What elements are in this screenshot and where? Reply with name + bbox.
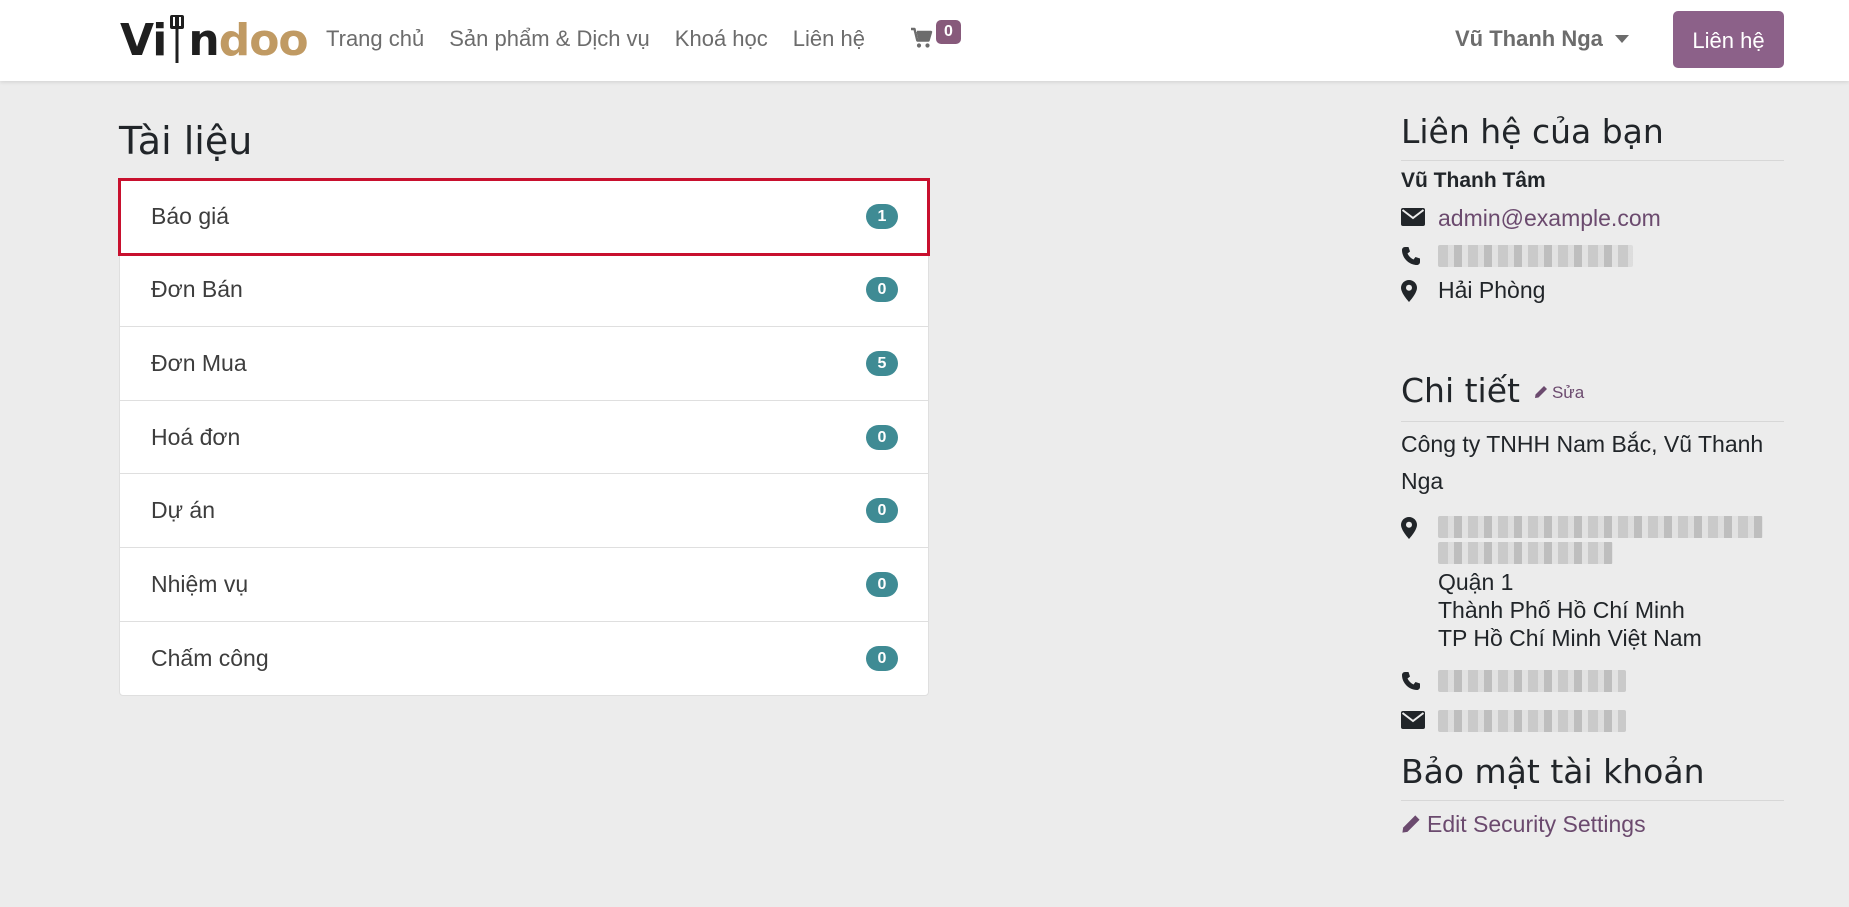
address-row: Quận 1 Thành Phố Hồ Chí Minh TP Hồ Chí M…: [1401, 512, 1784, 652]
blurred-email: [1438, 709, 1626, 732]
blurred-phone-number: [1438, 245, 1633, 267]
doc-item-quotations[interactable]: Báo giá 1: [118, 178, 930, 256]
doc-item-invoices[interactable]: Hoá đơn 0: [120, 401, 928, 475]
details-email-row: [1401, 706, 1784, 732]
doc-count-badge: 0: [866, 277, 898, 303]
documents-title: Tài liệu: [119, 119, 253, 163]
contact-name: Vũ Thanh Tâm: [1401, 169, 1546, 192]
contact-us-button[interactable]: Liên hệ: [1673, 11, 1784, 68]
doc-item-projects[interactable]: Dự án 0: [120, 474, 928, 548]
cart-count-badge[interactable]: 0: [936, 20, 961, 44]
envelope-icon: [1401, 203, 1438, 226]
contact-email-row: admin@example.com: [1401, 203, 1784, 233]
blurred-street-line-2: [1438, 541, 1613, 564]
address-line: Quận 1: [1438, 568, 1514, 595]
nav-contact[interactable]: Liên hệ: [793, 24, 865, 54]
nav-courses[interactable]: Khoá học: [675, 24, 768, 54]
blurred-phone-number: [1438, 669, 1626, 692]
edit-security-settings-link[interactable]: Edit Security Settings: [1401, 811, 1784, 838]
doc-item-label: Đơn Bán: [151, 276, 243, 303]
brand-logo[interactable]: Vi n doo: [120, 14, 309, 66]
main-nav: Trang chủ Sản phẩm & Dịch vụ Khoá học Li…: [326, 24, 890, 54]
doc-item-label: Đơn Mua: [151, 349, 247, 376]
caret-down-icon: [1614, 35, 1629, 43]
your-contact-title: Liên hệ của bạn: [1401, 110, 1784, 161]
doc-count-badge: 0: [866, 498, 898, 524]
company-name: Công ty TNHH Nam Bắc, Vũ Thanh Nga: [1401, 430, 1764, 494]
doc-count-badge: 0: [866, 424, 898, 450]
account-sidebar: Liên hệ của bạn Vũ Thanh Tâm admin@examp…: [1401, 110, 1784, 838]
account-security-title: Bảo mật tài khoản: [1401, 750, 1784, 801]
contact-email-link[interactable]: admin@example.com: [1438, 203, 1661, 233]
spatula-icon: [167, 15, 187, 65]
doc-item-purchase-orders[interactable]: Đơn Mua 5: [120, 327, 928, 401]
phone-icon: [1401, 666, 1438, 691]
contact-city-row: Hải Phòng: [1401, 275, 1784, 305]
nav-home[interactable]: Trang chủ: [326, 24, 424, 54]
map-marker-icon: [1401, 512, 1438, 539]
blurred-street-line-1: [1438, 515, 1763, 538]
pencil-icon: [1402, 815, 1420, 833]
doc-item-label: Chấm công: [151, 644, 269, 671]
user-menu-dropdown[interactable]: Vũ Thanh Nga: [1455, 24, 1629, 54]
address-block: Quận 1 Thành Phố Hồ Chí Minh TP Hồ Chí M…: [1438, 512, 1763, 652]
doc-count-badge: 0: [866, 571, 898, 597]
pencil-icon: [1534, 385, 1547, 398]
details-phone-row: [1401, 666, 1784, 692]
documents-list: Báo giá 1 Đơn Bán 0 Đơn Mua 5 Hoá đơn 0 …: [118, 178, 930, 697]
doc-count-badge: 1: [866, 203, 898, 229]
details-title: Chi tiết Sửa: [1401, 369, 1784, 422]
contact-phone-row: [1401, 241, 1784, 267]
doc-item-label: Dự án: [151, 497, 215, 524]
address-line: Thành Phố Hồ Chí Minh: [1438, 596, 1685, 623]
doc-item-label: Hoá đơn: [151, 423, 241, 450]
doc-item-tasks[interactable]: Nhiệm vụ 0: [120, 548, 928, 622]
edit-details-link[interactable]: Sửa: [1534, 383, 1584, 402]
top-navbar: Vi n doo Trang chủ Sản phẩm & Dịch vụ Kh…: [0, 0, 1849, 81]
user-name: Vũ Thanh Nga: [1455, 26, 1603, 51]
phone-icon: [1401, 241, 1438, 266]
doc-item-timesheets[interactable]: Chấm công 0: [120, 622, 928, 696]
doc-item-label: Nhiệm vụ: [151, 570, 249, 597]
map-marker-icon: [1401, 275, 1438, 302]
envelope-icon: [1401, 706, 1438, 729]
nav-products-services[interactable]: Sản phẩm & Dịch vụ: [449, 24, 650, 54]
doc-count-badge: 5: [866, 350, 898, 376]
doc-count-badge: 0: [866, 645, 898, 671]
doc-item-sales-orders[interactable]: Đơn Bán 0: [120, 254, 928, 328]
address-line: TP Hồ Chí Minh Việt Nam: [1438, 624, 1702, 651]
doc-item-label: Báo giá: [151, 202, 230, 229]
cart-icon[interactable]: [910, 26, 934, 50]
contact-city: Hải Phòng: [1438, 277, 1546, 303]
